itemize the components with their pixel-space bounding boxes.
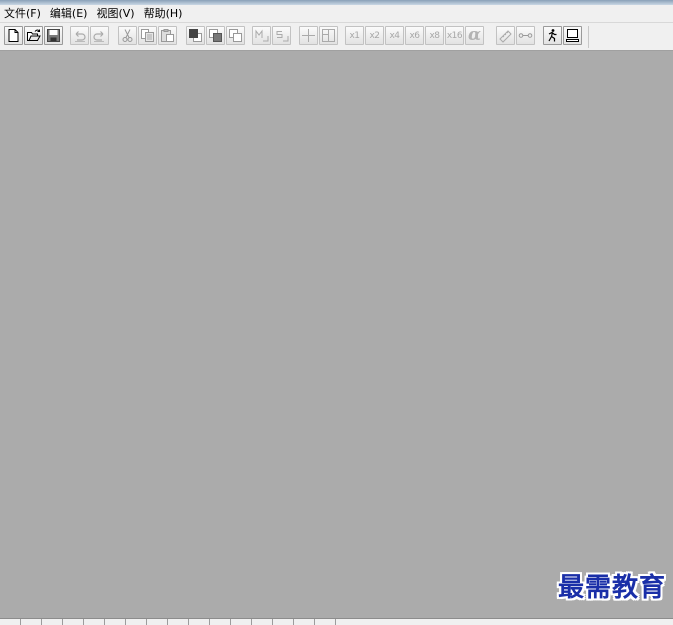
redo-button[interactable] <box>90 26 109 45</box>
zoom-x16-button[interactable]: x16 <box>445 26 464 45</box>
toolbar-group-clipboard <box>118 26 177 45</box>
connect-button[interactable] <box>516 26 535 45</box>
status-segment <box>126 619 147 625</box>
menu-help[interactable]: 帮助(H) <box>140 5 188 22</box>
status-segment <box>0 619 21 625</box>
watermark-logo: 最需教育 <box>557 573 666 603</box>
toolbar-group-grid <box>299 26 338 45</box>
status-segment <box>168 619 189 625</box>
paste-icon <box>161 29 174 42</box>
crosshair-icon <box>302 29 315 42</box>
menu-edit[interactable]: 编辑(E) <box>46 5 93 22</box>
status-segment <box>273 619 294 625</box>
mirror-vertical-button[interactable] <box>272 26 291 45</box>
redo-icon <box>93 31 104 42</box>
save-disk-icon <box>47 29 60 42</box>
zoom-x2-label: x2 <box>369 30 380 41</box>
open-button[interactable] <box>24 26 43 45</box>
running-figure-icon <box>548 29 557 42</box>
status-segment <box>42 619 63 625</box>
zoom-x8-label: x8 <box>429 30 440 41</box>
new-document-icon <box>8 29 19 42</box>
status-segment <box>21 619 42 625</box>
undo-button[interactable] <box>70 26 89 45</box>
measure-button[interactable] <box>496 26 515 45</box>
toolbar-group-tools <box>496 26 535 45</box>
zoom-x6-button[interactable]: x6 <box>405 26 424 45</box>
zoom-x4-label: x4 <box>389 30 400 41</box>
bring-to-front-icon <box>189 29 202 42</box>
status-segment <box>231 619 252 625</box>
frame-button[interactable] <box>319 26 338 45</box>
toolbar-group-file <box>4 26 63 45</box>
toolbar-group-run <box>543 26 582 45</box>
toolbar-separator <box>588 26 589 48</box>
send-back-button[interactable] <box>206 26 225 45</box>
toolbar-group-history <box>70 26 109 45</box>
zoom-x1-label: x1 <box>349 30 360 41</box>
status-segment <box>84 619 105 625</box>
menu-view[interactable]: 视图(V) <box>92 5 139 22</box>
duplicate-button[interactable] <box>226 26 245 45</box>
zoom-x1-button[interactable]: x1 <box>345 26 364 45</box>
workspace-canvas[interactable]: 最需教育 <box>0 51 673 618</box>
bring-front-button[interactable] <box>186 26 205 45</box>
zoom-x2-button[interactable]: x2 <box>365 26 384 45</box>
status-segment <box>147 619 168 625</box>
status-segment <box>315 619 336 625</box>
cut-button[interactable] <box>118 26 137 45</box>
mirror-horizontal-button[interactable] <box>252 26 271 45</box>
zoom-x16-label: x16 <box>446 30 463 41</box>
status-segment <box>63 619 84 625</box>
status-segment <box>294 619 315 625</box>
menu-bar: 文件(F) 编辑(E) 视图(V) 帮助(H) <box>0 5 673 23</box>
alpha-button[interactable]: α <box>465 26 484 45</box>
zoom-x8-button[interactable]: x8 <box>425 26 444 45</box>
paste-button[interactable] <box>158 26 177 45</box>
status-segment <box>210 619 231 625</box>
connector-icon <box>518 33 533 38</box>
copy-button[interactable] <box>138 26 157 45</box>
new-button[interactable] <box>4 26 23 45</box>
status-segment <box>105 619 126 625</box>
open-folder-icon <box>27 29 41 41</box>
toolbar-group-zoom: x1 x2 x4 x6 x8 x16 α <box>345 26 484 45</box>
crosshair-button[interactable] <box>299 26 318 45</box>
run-button[interactable] <box>543 26 562 45</box>
menu-file[interactable]: 文件(F) <box>0 5 46 22</box>
mirror-vertical-icon <box>276 31 289 42</box>
zoom-x4-button[interactable]: x4 <box>385 26 404 45</box>
toolbar-group-mirror <box>252 26 291 45</box>
status-segment <box>189 619 210 625</box>
undo-icon <box>75 31 86 42</box>
zoom-x6-label: x6 <box>409 30 420 41</box>
preview-button[interactable] <box>563 26 582 45</box>
send-to-back-icon <box>209 29 222 42</box>
copy-icon <box>141 29 154 42</box>
mirror-horizontal-icon <box>255 29 269 42</box>
frame-icon <box>322 29 335 42</box>
ruler-icon <box>499 30 512 43</box>
monitor-icon <box>566 29 579 42</box>
toolbar-group-arrange <box>186 26 245 45</box>
scissors-icon <box>122 29 133 42</box>
alpha-label: α <box>467 25 482 45</box>
status-segment <box>252 619 273 625</box>
save-button[interactable] <box>44 26 63 45</box>
toolbar: x1 x2 x4 x6 x8 x16 α <box>0 23 673 51</box>
duplicate-icon <box>229 29 242 42</box>
